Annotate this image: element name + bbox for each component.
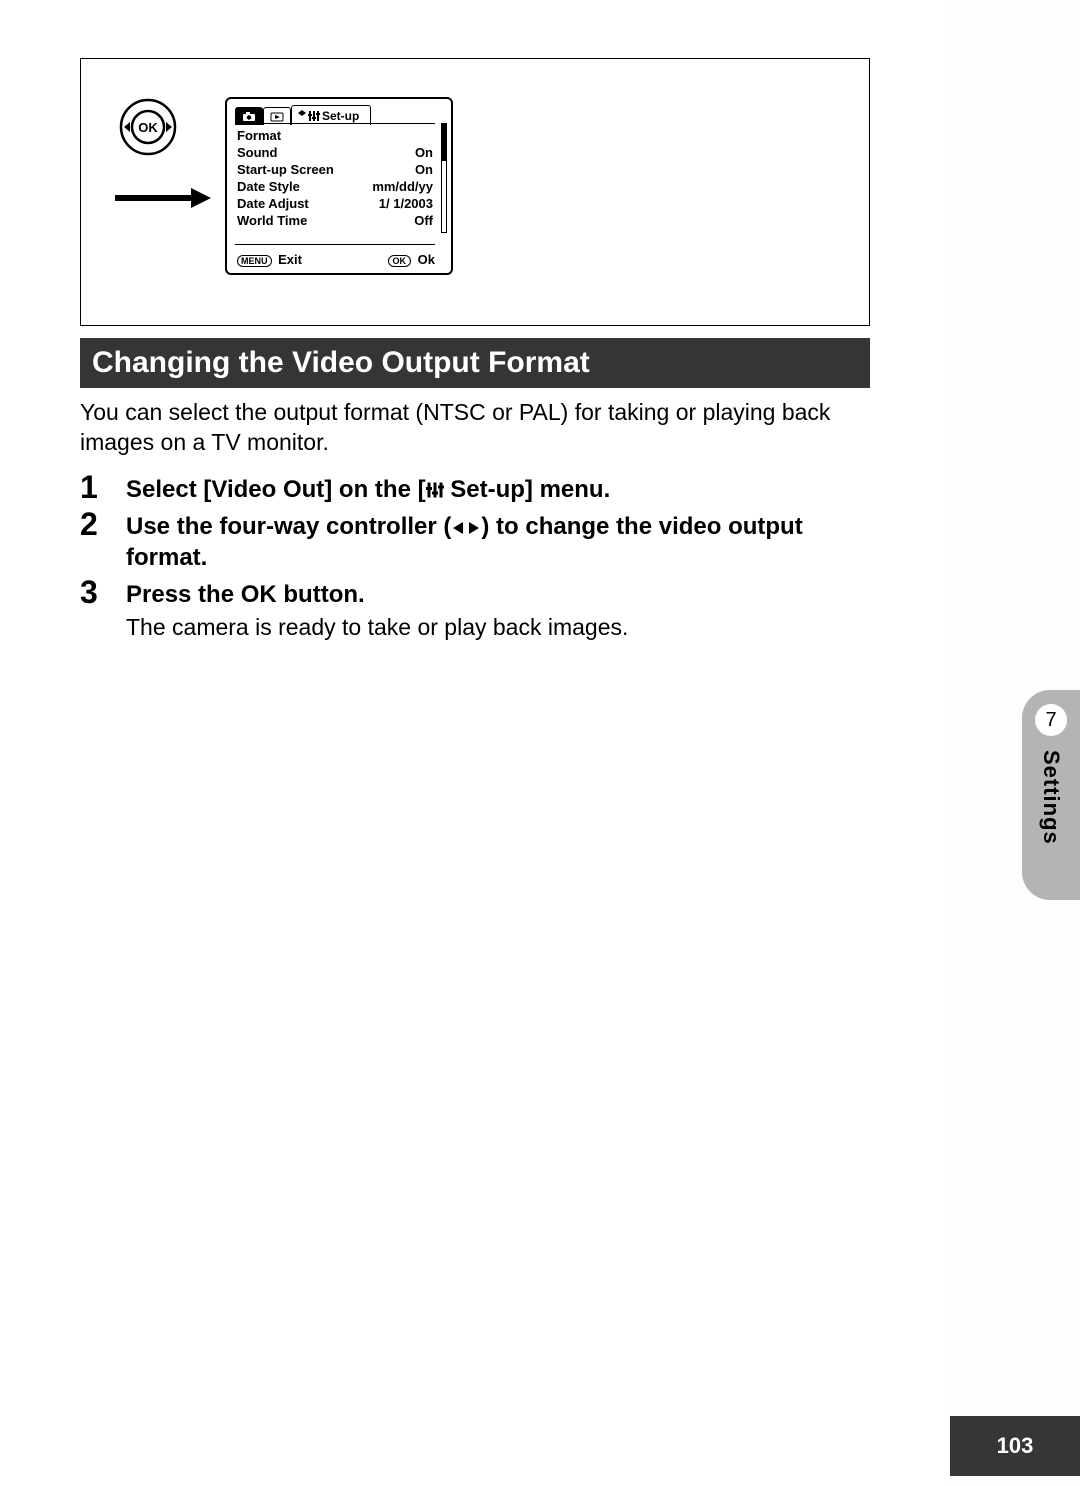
steps-list: 1 Select [Video Out] on the [ Set-up] me… bbox=[80, 470, 870, 643]
lcd-footer-exit: MENU Exit bbox=[237, 252, 302, 267]
lcd-footer: MENU Exit OK Ok bbox=[237, 252, 435, 267]
step-title: Use the four-way controller () to change… bbox=[126, 511, 870, 573]
setup-tools-icon bbox=[308, 110, 320, 122]
lcd-menu-row: Date Adjust1/ 1/2003 bbox=[237, 195, 433, 212]
step-title: Select [Video Out] on the [ Set-up] menu… bbox=[126, 474, 870, 505]
page-number: 103 bbox=[997, 1433, 1034, 1459]
step-item: 2 Use the four-way controller () to chan… bbox=[80, 507, 870, 573]
chapter-label: Settings bbox=[1038, 750, 1064, 845]
step-title: Press the OK button. bbox=[126, 579, 870, 610]
lcd-screen: Set-up Format SoundOn Start-up ScreenOn … bbox=[225, 97, 453, 275]
ok-badge: OK bbox=[388, 255, 412, 267]
section-heading: Changing the Video Output Format bbox=[80, 338, 870, 388]
lcd-tab-setup-label: Set-up bbox=[322, 109, 359, 123]
diagram-box: OK bbox=[80, 58, 870, 326]
svg-text:OK: OK bbox=[138, 120, 158, 135]
chapter-number: 7 bbox=[1045, 709, 1056, 732]
down-arrow-icon bbox=[113, 183, 213, 213]
chapter-tab: 7 Settings bbox=[1022, 690, 1080, 900]
lcd-tab-bar: Set-up bbox=[235, 103, 371, 125]
ok-button-diagram: OK bbox=[113, 97, 183, 157]
setup-tools-icon bbox=[426, 481, 444, 499]
lcd-menu-row: Format bbox=[237, 127, 433, 144]
left-right-arrows-icon bbox=[451, 520, 481, 536]
step-number: 3 bbox=[80, 575, 108, 610]
lcd-menu-row: World TimeOff bbox=[237, 212, 433, 229]
step-description: The camera is ready to take or play back… bbox=[126, 613, 870, 643]
page-number-box: 103 bbox=[950, 1416, 1080, 1476]
intro-paragraph: You can select the output format (NTSC o… bbox=[80, 398, 870, 458]
step-number: 2 bbox=[80, 507, 108, 542]
lcd-menu-row: Date Stylemm/dd/yy bbox=[237, 178, 433, 195]
lcd-tab-setup: Set-up bbox=[291, 105, 371, 125]
step-number: 1 bbox=[80, 470, 108, 505]
step-item: 1 Select [Video Out] on the [ Set-up] me… bbox=[80, 470, 870, 505]
lcd-menu-row: SoundOn bbox=[237, 144, 433, 161]
chapter-number-circle: 7 bbox=[1035, 704, 1067, 736]
lcd-footer-ok: OK Ok bbox=[388, 252, 435, 267]
step-item: 3 Press the OK button. The camera is rea… bbox=[80, 575, 870, 642]
lcd-menu-row: Start-up ScreenOn bbox=[237, 161, 433, 178]
lcd-scrollbar-thumb bbox=[441, 123, 447, 161]
lcd-menu-list: Format SoundOn Start-up ScreenOn Date St… bbox=[237, 127, 433, 229]
menu-badge: MENU bbox=[237, 255, 272, 267]
